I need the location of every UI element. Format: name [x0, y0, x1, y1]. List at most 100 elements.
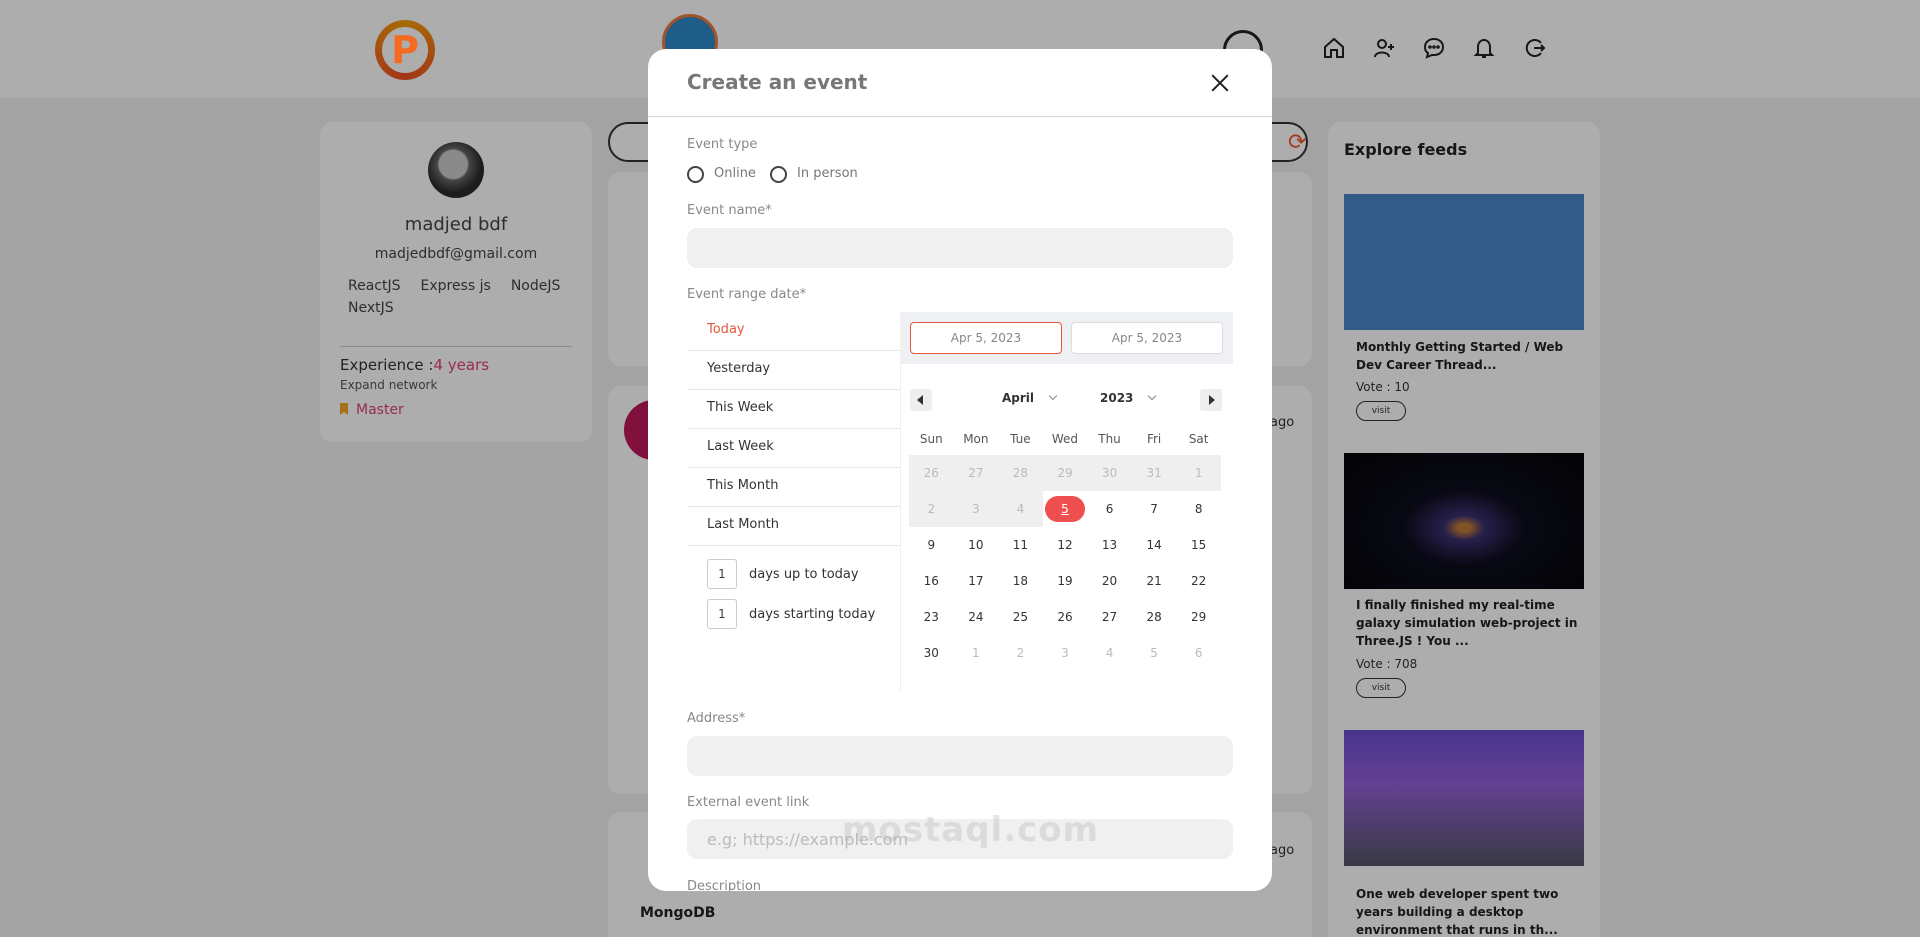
days-start-input[interactable]: 1 [707, 599, 737, 629]
calendar-day[interactable]: 7 [1132, 491, 1177, 527]
days-up-label: days up to today [749, 566, 859, 582]
start-date-input[interactable]: Apr 5, 2023 [910, 322, 1062, 354]
calendar-day[interactable]: 29 [1042, 455, 1088, 491]
create-event-modal: Create an event Event type Online In per… [648, 49, 1272, 891]
calendar-day[interactable]: 30 [1087, 455, 1132, 491]
range-last-week[interactable]: Last Week [687, 429, 900, 468]
calendar-day[interactable]: 13 [1087, 527, 1132, 563]
weekday-label: Wed [1051, 432, 1079, 446]
range-this-week[interactable]: This Week [687, 390, 900, 429]
radio-in-person[interactable] [770, 166, 787, 183]
calendar-day[interactable]: 17 [954, 563, 999, 599]
calendar-day[interactable]: 5 [1132, 635, 1177, 671]
range-yesterday[interactable]: Yesterday [687, 351, 900, 390]
calendar-week: 16 17 18 19 20 21 22 [909, 563, 1221, 599]
calendar-day[interactable]: 24 [954, 599, 999, 635]
range-last-month[interactable]: Last Month [687, 507, 900, 546]
calendar-day[interactable]: 26 [909, 455, 954, 491]
calendar-day[interactable]: 12 [1043, 527, 1088, 563]
month-value: April [1002, 391, 1035, 405]
calendar-day[interactable]: 21 [1132, 563, 1177, 599]
calendar-week: 2 3 4 5 6 7 8 [909, 491, 1221, 527]
weekday-label: Thu [1098, 432, 1121, 446]
radio-in-person-label[interactable]: In person [797, 166, 858, 181]
calendar-day[interactable]: 27 [1087, 599, 1132, 635]
calendar-grid: Sun Mon Tue Wed Thu Fri Sat 26 27 28 29 … [909, 423, 1221, 671]
calendar-day[interactable]: 26 [1043, 599, 1088, 635]
address-input[interactable] [687, 736, 1233, 776]
days-up-to-today: 1 days up to today [707, 559, 859, 589]
event-type-label: Event type [687, 137, 758, 152]
date-display-bar: Apr 5, 2023 Apr 5, 2023 [901, 312, 1233, 364]
modal-header: Create an event [648, 49, 1272, 117]
days-start-label: days starting today [749, 606, 876, 622]
calendar-day[interactable]: 1 [1176, 455, 1221, 491]
calendar-week: 23 24 25 26 27 28 29 [909, 599, 1221, 635]
year-select[interactable]: 2023 [1100, 391, 1157, 405]
radio-online-label[interactable]: Online [714, 166, 756, 181]
calendar-day[interactable]: 29 [1176, 599, 1221, 635]
calendar-day[interactable]: 27 [953, 455, 999, 491]
calendar-day[interactable]: 9 [909, 527, 954, 563]
calendar-week: 30 1 2 3 4 5 6 [909, 635, 1221, 671]
calendar-day[interactable]: 20 [1087, 563, 1132, 599]
range-today[interactable]: Today [687, 312, 900, 351]
modal-title: Create an event [687, 70, 868, 94]
weekday-label: Mon [963, 432, 989, 446]
chevron-down-icon [1048, 391, 1058, 401]
next-month-button[interactable] [1200, 389, 1222, 411]
calendar-day[interactable]: 14 [1132, 527, 1177, 563]
calendar-day[interactable]: 23 [909, 599, 954, 635]
prev-month-button[interactable] [910, 389, 932, 411]
watermark: mostaql.com [842, 810, 1100, 850]
date-range-label: Event range date* [687, 287, 807, 302]
days-up-input[interactable]: 1 [707, 559, 737, 589]
close-icon[interactable] [1208, 71, 1232, 95]
calendar-day[interactable]: 28 [1132, 599, 1177, 635]
end-date-input[interactable]: Apr 5, 2023 [1071, 322, 1223, 354]
weekday-label: Tue [1010, 432, 1031, 446]
external-link-label: External event link [687, 795, 810, 810]
year-value: 2023 [1100, 391, 1134, 405]
weekday-label: Fri [1146, 432, 1162, 446]
calendar-day[interactable]: 28 [998, 455, 1043, 491]
calendar-day[interactable]: 31 [1131, 455, 1177, 491]
calendar-day[interactable]: 6 [1176, 635, 1221, 671]
calendar-day[interactable]: 4 [998, 491, 1043, 527]
calendar-day[interactable]: 4 [1087, 635, 1132, 671]
calendar-day[interactable]: 22 [1176, 563, 1221, 599]
calendar-day[interactable]: 3 [1043, 635, 1088, 671]
description-label: Description [687, 879, 762, 891]
month-select[interactable]: April [1002, 391, 1058, 405]
weekday-header: Sun Mon Tue Wed Thu Fri Sat [909, 423, 1221, 455]
days-starting-today: 1 days starting today [707, 599, 875, 629]
address-label: Address* [687, 711, 746, 726]
calendar-week: 9 10 11 12 13 14 15 [909, 527, 1221, 563]
calendar-day[interactable]: 18 [998, 563, 1043, 599]
calendar-day[interactable]: 1 [954, 635, 999, 671]
calendar-day[interactable]: 30 [909, 635, 954, 671]
calendar-day[interactable]: 3 [953, 491, 999, 527]
calendar-day[interactable]: 2 [998, 635, 1043, 671]
event-name-label: Event name* [687, 203, 772, 218]
date-range-presets: Today Yesterday This Week Last Week This… [687, 312, 900, 546]
calendar-day[interactable]: 8 [1176, 491, 1221, 527]
calendar-day[interactable]: 16 [909, 563, 954, 599]
calendar-week: 26 27 28 29 30 31 1 [909, 455, 1221, 491]
calendar-day[interactable]: 6 [1087, 491, 1132, 527]
calendar-day[interactable]: 15 [1176, 527, 1221, 563]
calendar-day[interactable]: 25 [998, 599, 1043, 635]
calendar-day-selected[interactable]: 5 [1043, 491, 1088, 527]
event-name-input[interactable] [687, 228, 1233, 268]
logo-letter: P [391, 28, 419, 72]
radio-online[interactable] [687, 166, 704, 183]
calendar-day[interactable]: 2 [909, 491, 954, 527]
weekday-label: Sun [919, 432, 943, 446]
range-this-month[interactable]: This Month [687, 468, 900, 507]
calendar-day[interactable]: 11 [998, 527, 1043, 563]
calendar-day[interactable]: 19 [1043, 563, 1088, 599]
chevron-down-icon [1148, 391, 1157, 401]
divider [900, 312, 901, 692]
calendar-day[interactable]: 10 [954, 527, 999, 563]
selected-day-value: 5 [1044, 496, 1085, 522]
